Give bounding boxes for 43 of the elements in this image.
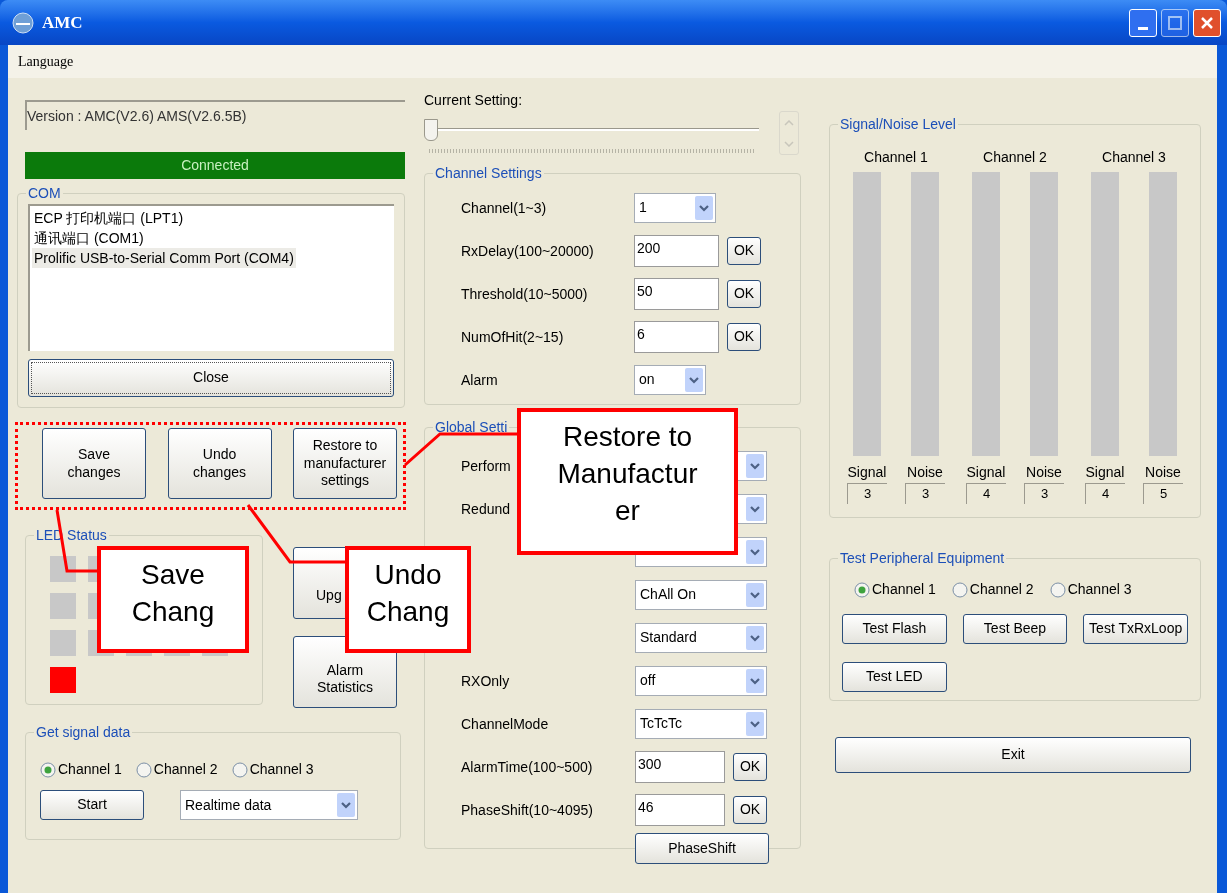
setting-label: ChannelMode xyxy=(461,715,549,732)
group-title: Channel Settings xyxy=(434,164,543,183)
callout-text: Chang xyxy=(366,595,450,629)
callout-text: Manufactur xyxy=(557,457,698,491)
meter-label: Signal xyxy=(847,463,887,482)
meter-label: Noise xyxy=(1026,463,1062,482)
channel-heading: Channel 2 xyxy=(983,148,1047,167)
meter-label: Noise xyxy=(1145,463,1181,482)
connection-status: Connected xyxy=(25,152,405,179)
setting-label: Alarm xyxy=(461,371,498,388)
meter-label: Signal xyxy=(1085,463,1125,482)
group-title: Get signal data xyxy=(35,723,132,742)
setting-label: NumOfHit(2~15) xyxy=(461,328,564,345)
channel-heading: Channel 3 xyxy=(1102,148,1166,167)
meter-value: 3 xyxy=(847,483,887,504)
current-setting-label: Current Setting: xyxy=(424,91,524,110)
callout-text: er xyxy=(615,494,640,528)
callout-text: Restore to xyxy=(562,420,693,454)
meter-value: 3 xyxy=(1024,483,1064,504)
setting-label: Redund xyxy=(461,500,511,517)
callout-text: Chang xyxy=(131,595,215,629)
meter-value: 3 xyxy=(905,483,945,504)
channel-heading: Channel 1 xyxy=(864,148,928,167)
setting-label: Threshold(10~5000) xyxy=(461,285,588,302)
callout-text: Undo xyxy=(374,558,442,592)
setting-label: AlarmTime(100~500) xyxy=(461,758,593,775)
setting-label: Channel(1~3) xyxy=(461,199,547,216)
window-title: AMC xyxy=(42,11,83,34)
group-title: Test Peripheral Equipment xyxy=(839,549,1006,568)
meter-value: 5 xyxy=(1143,483,1183,504)
setting-label: Perform xyxy=(461,457,511,474)
meter-value: 4 xyxy=(966,483,1006,504)
group-title: Signal/Noise Level xyxy=(839,115,957,134)
group-title: COM xyxy=(27,184,62,203)
version-field: Version : AMC(V2.6) AMS(V2.6.5B) xyxy=(25,100,405,130)
meter-label: Noise xyxy=(907,463,943,482)
setting-label: PhaseShift(10~4095) xyxy=(461,801,593,818)
group-title: Global Setti xyxy=(434,418,509,437)
meter-label: Signal xyxy=(966,463,1006,482)
setting-label: RxDelay(100~20000) xyxy=(461,242,594,259)
callout-text: Save xyxy=(141,558,205,592)
setting-label: RXOnly xyxy=(461,672,510,689)
meter-value: 4 xyxy=(1085,483,1125,504)
